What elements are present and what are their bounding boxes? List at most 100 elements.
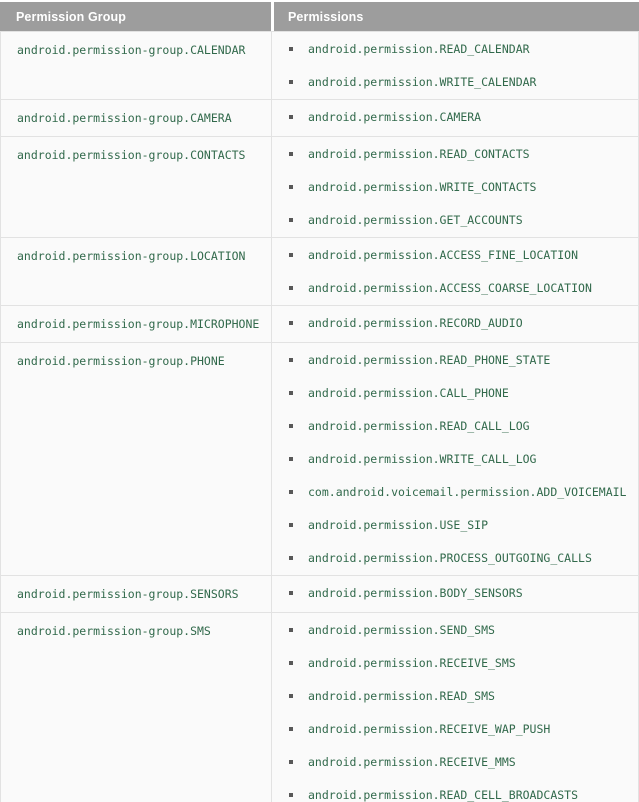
permission-name: android.permission.PROCESS_OUTGOING_CALL… [308, 551, 592, 565]
permission-group-cell: android.permission-group.SENSORS [0, 576, 271, 613]
permission-name: android.permission.READ_CELL_BROADCASTS [308, 788, 579, 802]
permission-list: android.permission.RECORD_AUDIO [272, 306, 638, 340]
list-item: android.permission.READ_CELL_BROADCASTS [272, 787, 638, 802]
permission-name: android.permission.ACCESS_FINE_LOCATION [308, 248, 579, 262]
list-item: android.permission.CAMERA [272, 109, 638, 125]
bullet-icon [289, 556, 293, 560]
bullet-icon [289, 218, 293, 222]
permission-group-cell: android.permission-group.CONTACTS [0, 137, 271, 238]
permissions-cell: android.permission.READ_CONTACTS android.… [271, 137, 639, 238]
permission-group-cell: android.permission-group.MICROPHONE [0, 306, 271, 343]
permission-list: android.permission.READ_CONTACTS android.… [272, 137, 638, 237]
bullet-icon [289, 628, 293, 632]
list-item: android.permission.WRITE_CALL_LOG [272, 451, 638, 467]
list-item: android.permission.ACCESS_COARSE_LOCATIO… [272, 280, 638, 296]
bullet-icon [289, 253, 293, 257]
table-row: android.permission-group.SMS android.perm… [0, 613, 639, 802]
permission-name: android.permission.RECEIVE_SMS [308, 656, 516, 670]
bullet-icon [289, 523, 293, 527]
bullet-icon [289, 358, 293, 362]
permission-name: android.permission.READ_CONTACTS [308, 147, 530, 161]
permission-name: android.permission.SEND_SMS [308, 623, 495, 637]
table-row: android.permission-group.CAMERA android.p… [0, 100, 639, 137]
permission-name: android.permission.CALL_PHONE [308, 386, 509, 400]
bullet-icon [289, 185, 293, 189]
permission-list: android.permission.READ_CALENDAR android.… [272, 32, 638, 99]
table-row: android.permission-group.PHONE android.pe… [0, 343, 639, 576]
table-row: android.permission-group.CONTACTS android… [0, 137, 639, 238]
permission-name: android.permission.BODY_SENSORS [308, 586, 523, 600]
permission-name: android.permission.WRITE_CALL_LOG [308, 452, 537, 466]
android-permission-groups-table: Permission Group Permissions android.per… [0, 0, 639, 802]
permission-name: android.permission.READ_CALL_LOG [308, 419, 530, 433]
list-item: android.permission.SEND_SMS [272, 622, 638, 638]
permission-group-name: android.permission-group.CONTACTS [17, 148, 246, 162]
bullet-icon [289, 661, 293, 665]
permissions-table-container: Permission Group Permissions android.per… [0, 0, 639, 802]
permission-name: android.permission.RECEIVE_MMS [308, 755, 516, 769]
permissions-cell: android.permission.CAMERA [271, 100, 639, 137]
permission-group-name: android.permission-group.CAMERA [17, 111, 232, 125]
permission-name: android.permission.USE_SIP [308, 518, 489, 532]
permission-list: android.permission.BODY_SENSORS [272, 576, 638, 610]
permission-list: android.permission.READ_PHONE_STATEandro… [272, 343, 638, 575]
list-item: android.permission.READ_PHONE_STATE [272, 352, 638, 368]
bullet-icon [289, 727, 293, 731]
permission-list: android.permission.CAMERA [272, 100, 638, 134]
bullet-icon [289, 47, 293, 51]
permission-group-name: android.permission-group.MICROPHONE [17, 317, 260, 331]
column-header-permission-group: Permission Group [0, 0, 271, 31]
permissions-cell: android.permission.ACCESS_FINE_LOCATIONa… [271, 238, 639, 306]
permission-group-cell: android.permission-group.PHONE [0, 343, 271, 576]
list-item: android.permission.USE_SIP [272, 517, 638, 533]
list-item: android.permission.READ_CALENDAR [272, 41, 638, 57]
permission-name: android.permission.READ_CALENDAR [308, 42, 530, 56]
permission-group-cell: android.permission-group.LOCATION [0, 238, 271, 306]
bullet-icon [289, 424, 293, 428]
permission-group-cell: android.permission-group.CAMERA [0, 100, 271, 137]
list-item: android.permission.RECORD_AUDIO [272, 315, 638, 331]
bullet-icon [289, 80, 293, 84]
permissions-cell: android.permission.BODY_SENSORS [271, 576, 639, 613]
permission-name: android.permission.GET_ACCOUNTS [308, 213, 523, 227]
list-item: android.permission.WRITE_CONTACTS [272, 179, 638, 195]
bullet-icon [289, 490, 293, 494]
list-item: android.permission.READ_SMS [272, 688, 638, 704]
list-item: android.permission.RECEIVE_MMS [272, 754, 638, 770]
permission-name: android.permission.RECEIVE_WAP_PUSH [308, 722, 551, 736]
bullet-icon [289, 760, 293, 764]
permission-group-cell: android.permission-group.CALENDAR [0, 31, 271, 100]
permission-group-name: android.permission-group.PHONE [17, 354, 225, 368]
permission-list: android.permission.SEND_SMS android.permi… [272, 613, 638, 802]
bullet-icon [289, 457, 293, 461]
table-row: android.permission-group.MICROPHONE andro… [0, 306, 639, 343]
bullet-icon [289, 793, 293, 797]
permissions-cell: android.permission.READ_PHONE_STATEandro… [271, 343, 639, 576]
permissions-cell: android.permission.SEND_SMS android.permi… [271, 613, 639, 802]
list-item: android.permission.PROCESS_OUTGOING_CALL… [272, 550, 638, 566]
table-row: android.permission-group.CALENDAR android… [0, 31, 639, 100]
table-row: android.permission-group.SENSORS android.… [0, 576, 639, 613]
permission-group-cell: android.permission-group.SMS [0, 613, 271, 802]
list-item: android.permission.RECEIVE_SMS [272, 655, 638, 671]
list-item: android.permission.ACCESS_FINE_LOCATION [272, 247, 638, 263]
permission-name: android.permission.READ_PHONE_STATE [308, 353, 551, 367]
list-item: android.permission.BODY_SENSORS [272, 585, 638, 601]
bullet-icon [289, 286, 293, 290]
permission-group-name: android.permission-group.LOCATION [17, 249, 246, 263]
bullet-icon [289, 391, 293, 395]
permission-group-name: android.permission-group.SENSORS [17, 587, 239, 601]
list-item: android.permission.CALL_PHONE [272, 385, 638, 401]
permission-name: android.permission.ACCESS_COARSE_LOCATIO… [308, 281, 592, 295]
permission-list: android.permission.ACCESS_FINE_LOCATIONa… [272, 238, 638, 305]
permission-name: android.permission.WRITE_CONTACTS [308, 180, 537, 194]
bullet-icon [289, 152, 293, 156]
permission-name: android.permission.CAMERA [308, 110, 482, 124]
permission-name: android.permission.READ_SMS [308, 689, 495, 703]
list-item: android.permission.WRITE_CALENDAR [272, 74, 638, 90]
permissions-cell: android.permission.READ_CALENDAR android.… [271, 31, 639, 100]
permission-name: android.permission.RECORD_AUDIO [308, 316, 523, 330]
list-item: com.android.voicemail.permission.ADD_VOI… [272, 484, 638, 500]
list-item: android.permission.READ_CALL_LOG [272, 418, 638, 434]
table-header-row: Permission Group Permissions [0, 0, 639, 31]
